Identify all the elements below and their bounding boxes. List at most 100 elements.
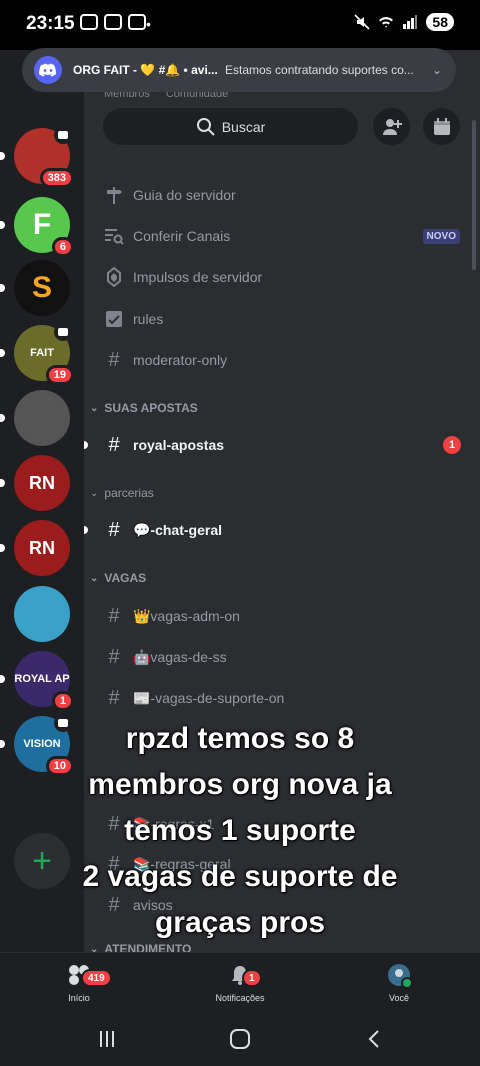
caption-line: rpzd temos so 8: [125, 722, 355, 755]
unread-pip: [0, 414, 5, 422]
battery-level: 58: [426, 13, 454, 31]
channel-label: 👑vagas-adm-on: [133, 607, 240, 624]
unread-pip: [0, 479, 5, 487]
home-icon: [230, 1029, 250, 1049]
list-search-icon: [103, 225, 125, 247]
unread-pip: [0, 221, 5, 229]
channel-vagas-de-suporte-on[interactable]: # 📰-vagas-de-suporte-on: [84, 680, 480, 716]
notification-body: Estamos contratando suportes co...: [225, 63, 414, 77]
category-label: SUAS APOSTAS: [104, 401, 198, 415]
channel-guide[interactable]: Guia do servidor: [84, 177, 480, 213]
status-bar: 23:15 • 58: [0, 0, 480, 50]
notifications-badge: 1: [242, 969, 262, 987]
server-rn-2[interactable]: RN: [14, 520, 70, 576]
back-icon: [368, 1030, 379, 1048]
new-badge: NOVO: [422, 228, 460, 244]
discord-icon: [104, 14, 122, 30]
invite-button[interactable]: [373, 108, 410, 145]
avatar: [387, 963, 411, 987]
channel-rules[interactable]: rules: [84, 301, 480, 337]
server-rn-1[interactable]: RN: [14, 455, 70, 511]
recents-icon: [100, 1031, 114, 1047]
server-8[interactable]: [14, 586, 70, 642]
back-button[interactable]: [360, 1026, 390, 1052]
server-badge: 383: [39, 168, 74, 188]
channel-vagas-adm-on[interactable]: # 👑vagas-adm-on: [84, 598, 480, 634]
status-app-icons: [80, 14, 146, 30]
unread-pip: [0, 152, 5, 160]
channel-moderator-only[interactable]: # moderator-only: [84, 342, 480, 378]
recent-apps-button[interactable]: [92, 1026, 122, 1052]
hash-icon: #: [108, 645, 120, 668]
channel-browse[interactable]: Conferir Canais NOVO: [84, 218, 480, 254]
unread-pip: [0, 675, 5, 683]
server-s[interactable]: S: [14, 260, 70, 316]
android-nav-bar: [0, 1014, 480, 1066]
home-badge: 419: [81, 969, 112, 987]
channel-boosts[interactable]: Impulsos de servidor: [84, 259, 480, 295]
caption-line: graças pros: [154, 906, 326, 939]
category-vagas[interactable]: ⌄ VAGAS: [90, 571, 146, 585]
tab-notifications[interactable]: 1 Notificações: [195, 963, 285, 1003]
notification-title: ORG FAIT - 💛 #🔔 • avi...: [73, 63, 218, 77]
events-button[interactable]: [423, 108, 460, 145]
signal-icon: [402, 14, 418, 30]
channel-label: Conferir Canais: [133, 228, 231, 244]
voice-activity-icon: [54, 126, 72, 144]
unread-pip: [0, 349, 5, 357]
channel-vagas-de-ss[interactable]: # 🤖vagas-de-ss: [84, 639, 480, 675]
hash-icon: #: [108, 433, 120, 456]
notification-banner[interactable]: ORG FAIT - 💛 #🔔 • avi... Estamos contrat…: [22, 48, 456, 92]
category-parcerias[interactable]: ⌄ parcerias: [90, 486, 154, 500]
tab-you[interactable]: Você: [354, 963, 444, 1003]
server-icon: RN: [14, 455, 70, 511]
chevron-down-icon: ⌄: [90, 487, 99, 499]
wifi-icon: [378, 14, 394, 30]
locked-hash-icon: #: [108, 348, 120, 371]
signpost-icon: [103, 184, 125, 206]
bottom-tab-bar: 419 Início 1 Notificações Você: [0, 952, 480, 1014]
channel-chat-geral[interactable]: # 💬-chat-geral: [84, 512, 480, 548]
channel-label: royal-apostas: [133, 437, 225, 453]
search-button[interactable]: Buscar: [103, 108, 358, 145]
category-label: VAGAS: [104, 571, 147, 585]
category-suas-apostas[interactable]: ⌄ SUAS APOSTAS: [90, 401, 198, 415]
bell-icon: 1: [228, 963, 262, 987]
discord-icon: [34, 56, 62, 84]
boost-icon: [103, 266, 125, 288]
channel-label: Impulsos de servidor: [133, 269, 263, 285]
chevron-down-icon[interactable]: ⌄: [432, 63, 442, 77]
channel-royal-apostas[interactable]: # royal-apostas 1: [84, 427, 480, 463]
hash-icon: #: [108, 604, 120, 627]
rules-icon: [103, 308, 125, 330]
server-badge: 1: [51, 691, 74, 711]
server-1[interactable]: 383: [14, 126, 74, 188]
more-notifications-icon: •: [146, 16, 151, 32]
unread-pip: [0, 544, 5, 552]
chevron-down-icon: ⌄: [90, 402, 99, 414]
status-time: 23:15: [26, 13, 75, 34]
server-f[interactable]: F6: [14, 197, 74, 257]
search-icon: [196, 117, 215, 136]
server-fait[interactable]: FAIT 19: [14, 323, 74, 385]
server-icon: [14, 586, 70, 642]
chevron-down-icon: ⌄: [90, 572, 99, 584]
home-servers-icon: 419: [67, 963, 112, 987]
tab-label: Notificações: [215, 993, 265, 1003]
video-caption: rpzd temos so 8 membros org nova ja temo…: [0, 716, 480, 946]
caption-line: 2 vagas de suporte de: [82, 860, 398, 893]
screenshot-icon: [80, 14, 98, 30]
caption-line: temos 1 suporte: [124, 814, 356, 847]
tab-home[interactable]: 419 Início: [34, 963, 124, 1003]
calendar-icon: [433, 117, 450, 135]
channel-label: 📰-vagas-de-suporte-on: [133, 689, 285, 706]
server-royal-ap[interactable]: ROYAL AP 1: [14, 651, 74, 711]
hash-icon: #: [108, 686, 120, 709]
home-button[interactable]: [225, 1026, 255, 1052]
server-5[interactable]: [14, 390, 70, 446]
category-label: parcerias: [104, 486, 154, 500]
channel-label: Guia do servidor: [133, 187, 236, 203]
channel-label: 🤖vagas-de-ss: [133, 648, 227, 665]
unread-pip: [84, 441, 88, 449]
unread-pip: [0, 284, 5, 292]
